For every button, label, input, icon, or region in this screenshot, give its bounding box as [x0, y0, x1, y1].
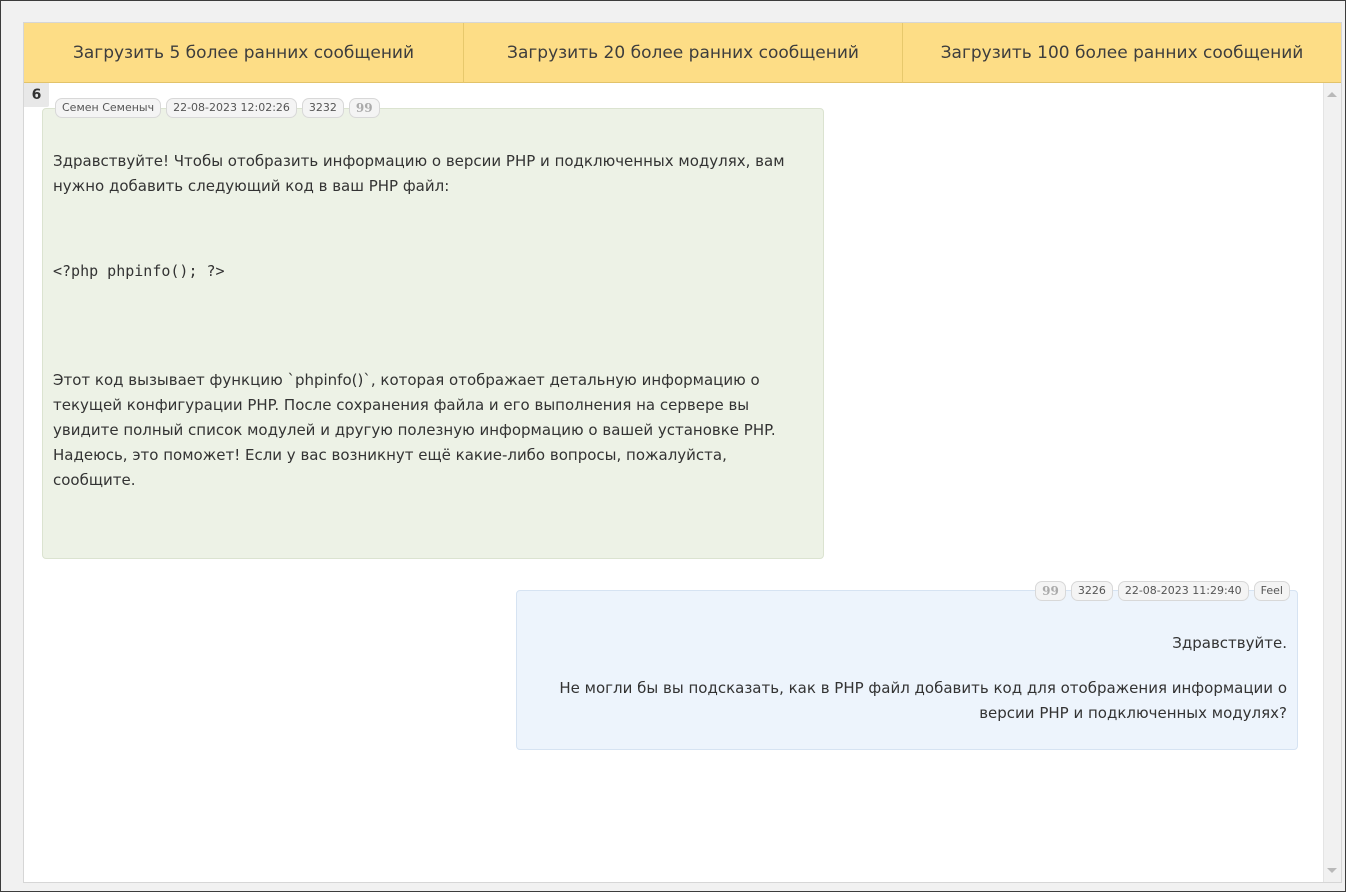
datetime-tag: 22-08-2023 11:29:40	[1117, 581, 1249, 601]
message-id-tag: 3232	[301, 98, 344, 118]
incoming-message-text-2: Этот код вызывает функцию `phpinfo()`, к…	[53, 371, 776, 489]
message-id-tag: 3226	[1070, 581, 1113, 601]
outgoing-message: Здравствуйте. Не могли бы вы подсказать,…	[516, 590, 1298, 750]
outgoing-message-meta: 99 3226 22-08-2023 11:29:40 Feel	[1035, 581, 1290, 601]
incoming-message-code: <?php phpinfo(); ?>	[53, 262, 225, 280]
outgoing-message-line-1: Здравствуйте.	[1172, 634, 1287, 652]
chat-panel: Загрузить 5 более ранних сообщений Загру…	[23, 22, 1342, 883]
window-frame: Загрузить 5 более ранних сообщений Загру…	[0, 0, 1346, 892]
author-tag: Feel	[1253, 581, 1290, 601]
load-20-earlier-button[interactable]: Загрузить 20 более ранних сообщений	[464, 23, 903, 83]
author-tag: Семен Семеныч	[55, 98, 162, 118]
incoming-message-body: Здравствуйте! Чтобы отобразить информаци…	[53, 149, 813, 493]
load-earlier-bar: Загрузить 5 более ранних сообщений Загру…	[24, 23, 1341, 83]
scroll-up-icon[interactable]	[1327, 92, 1337, 97]
outgoing-message-line-2: Не могли бы вы подсказать, как в PHP фай…	[559, 679, 1287, 722]
outgoing-message-body: Здравствуйте. Не могли бы вы подсказать,…	[527, 631, 1287, 726]
incoming-message-text-1: Здравствуйте! Чтобы отобразить информаци…	[53, 152, 785, 195]
vertical-scrollbar[interactable]	[1323, 83, 1341, 882]
incoming-message-meta: Семен Семеныч 22-08-2023 12:02:26 3232 9…	[55, 98, 380, 118]
quote-icon[interactable]: 99	[1035, 581, 1066, 601]
message-list[interactable]: 6 Здравствуйте! Чтобы отобразить информа…	[24, 83, 1341, 882]
load-100-earlier-button[interactable]: Загрузить 100 более ранних сообщений	[903, 23, 1341, 83]
incoming-message: Здравствуйте! Чтобы отобразить информаци…	[42, 108, 824, 559]
message-counter-badge: 6	[24, 83, 49, 107]
quote-icon[interactable]: 99	[348, 98, 380, 118]
scroll-down-icon[interactable]	[1327, 868, 1337, 873]
load-5-earlier-button[interactable]: Загрузить 5 более ранних сообщений	[24, 23, 464, 83]
datetime-tag: 22-08-2023 12:02:26	[166, 98, 297, 118]
